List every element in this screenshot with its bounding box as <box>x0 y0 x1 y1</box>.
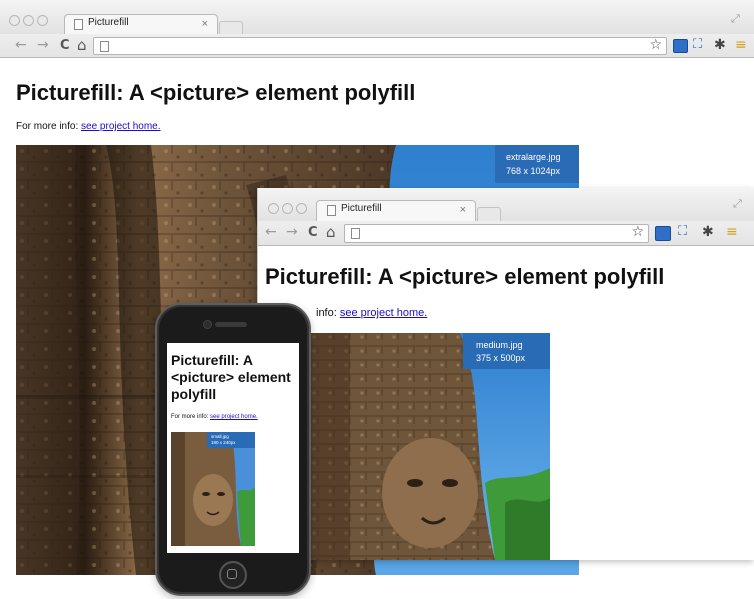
minimize-window-button[interactable] <box>282 203 293 214</box>
phone-screen: Picturefill: A <picture> element polyfil… <box>167 343 299 553</box>
extension-icon[interactable]: ≡ <box>726 224 738 240</box>
tab-title: Picturefill <box>341 203 382 214</box>
close-window-button[interactable] <box>268 203 279 214</box>
tab-picturefill[interactable]: Picturefill × <box>316 200 476 222</box>
image-dimensions: 768 x 1024px <box>506 166 561 176</box>
close-window-button[interactable] <box>9 15 20 26</box>
star-icon[interactable]: ☆ <box>631 224 644 240</box>
info-line: info: see project home. <box>316 307 427 319</box>
page-icon <box>100 41 109 52</box>
back-icon[interactable]: ← <box>15 37 27 53</box>
new-tab-button[interactable] <box>219 21 243 35</box>
project-home-link[interactable]: see project home. <box>340 307 427 319</box>
image-filename: medium.jpg <box>476 340 523 350</box>
zoom-window-button[interactable] <box>37 15 48 26</box>
project-home-link[interactable]: see project home. <box>81 121 161 132</box>
info-prefix: For more info: <box>16 121 79 132</box>
reload-icon[interactable]: C <box>308 225 318 240</box>
image-size-label: medium.jpg 375 x 500px <box>463 333 550 369</box>
browser-window-medium: Picturefill × ⤢ ← → C ⌂ ☆ ⛶ ✱ ≡ Picturef… <box>257 188 754 560</box>
window-controls <box>9 13 48 31</box>
phone-image-size-label: small.jpg 180 x 240px <box>207 432 255 448</box>
resize-icon[interactable]: ⤢ <box>731 12 740 26</box>
page-icon <box>74 19 83 30</box>
tab-picturefill[interactable]: Picturefill × <box>64 14 218 35</box>
phone-info-prefix: For more info: <box>171 414 209 420</box>
window-controls <box>268 201 307 219</box>
image-size-label: extralarge.jpg 768 x 1024px <box>495 145 579 183</box>
close-tab-icon[interactable]: × <box>202 18 208 30</box>
medium-photo: medium.jpg 375 x 500px <box>310 333 550 560</box>
forward-icon[interactable]: → <box>286 224 298 240</box>
small-photo: small.jpg 180 x 240px <box>171 432 255 546</box>
temple-photo-small <box>171 432 255 546</box>
close-tab-icon[interactable]: × <box>460 204 466 216</box>
phone-speaker <box>215 322 247 327</box>
extension-button-blue[interactable] <box>655 226 671 241</box>
image-dimensions: 375 x 500px <box>476 353 526 363</box>
fullscreen-icon[interactable]: ⛶ <box>678 224 687 239</box>
home-button-square-icon <box>227 569 237 579</box>
resize-icon[interactable]: ⤢ <box>733 197 742 211</box>
page-icon <box>351 228 360 239</box>
info-prefix: info: <box>316 307 337 319</box>
page-title: Picturefill: A <picture> element polyfil… <box>16 80 416 105</box>
star-icon[interactable]: ☆ <box>649 37 662 53</box>
phone-info-line: For more info: see project home. <box>171 414 258 420</box>
wrench-icon[interactable]: ✱ <box>714 37 726 53</box>
new-tab-button[interactable] <box>477 207 501 222</box>
phone-project-home-link[interactable]: see project home. <box>210 414 258 420</box>
extension-icon[interactable]: ≡ <box>735 37 747 53</box>
address-bar[interactable]: ☆ <box>93 37 667 55</box>
smartphone: Picturefill: A <picture> element polyfil… <box>155 303 311 596</box>
fullscreen-icon[interactable]: ⛶ <box>693 37 702 52</box>
wrench-icon[interactable]: ✱ <box>702 224 714 240</box>
phone-home-button[interactable] <box>219 561 247 589</box>
minimize-window-button[interactable] <box>23 15 34 26</box>
extension-button-blue[interactable] <box>673 39 688 53</box>
back-icon[interactable]: ← <box>265 224 277 240</box>
home-icon[interactable]: ⌂ <box>77 36 87 54</box>
address-bar[interactable]: ☆ <box>344 224 649 243</box>
image-filename: extralarge.jpg <box>506 152 561 162</box>
phone-page-title: Picturefill: A <picture> element polyfil… <box>171 352 291 402</box>
reload-icon[interactable]: C <box>60 38 70 53</box>
forward-icon[interactable]: → <box>37 37 49 53</box>
tab-title: Picturefill <box>88 17 129 28</box>
phone-image-dimensions: 180 x 240px <box>211 440 236 445</box>
zoom-window-button[interactable] <box>296 203 307 214</box>
page-title: Picturefill: A <picture> element polyfil… <box>265 264 665 289</box>
phone-camera <box>203 320 212 329</box>
page-icon <box>327 205 336 216</box>
home-icon[interactable]: ⌂ <box>326 223 336 241</box>
info-line: For more info: see project home. <box>16 121 161 132</box>
